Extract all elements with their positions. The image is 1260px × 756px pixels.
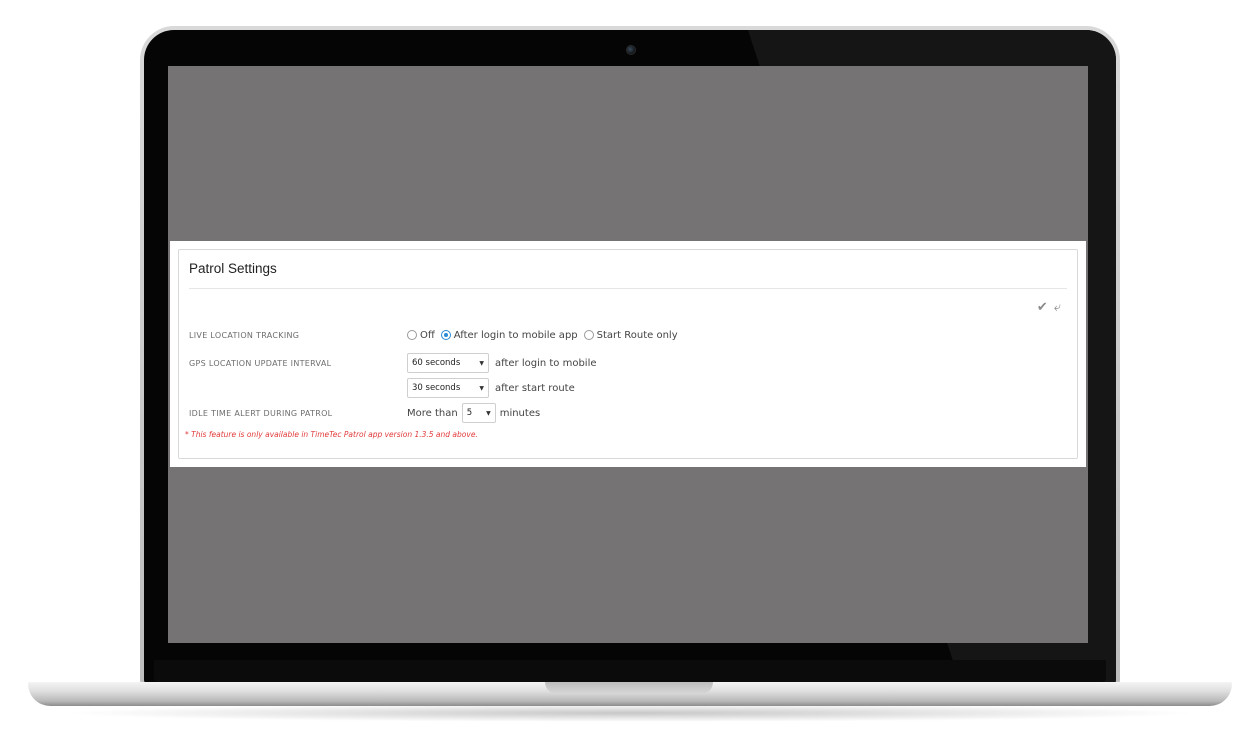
radio-after-login-dot[interactable] xyxy=(440,330,451,340)
camera-icon xyxy=(626,45,636,55)
idle-alert-label: IDLE TIME ALERT DURING PATROL xyxy=(189,408,333,418)
laptop-bottom-lip xyxy=(154,660,1106,682)
gps-login-interval-value: 60 seconds xyxy=(412,358,461,368)
live-location-label: LIVE LOCATION TRACKING xyxy=(189,330,300,340)
idle-alert-suffix: minutes xyxy=(499,407,541,419)
radio-off[interactable]: Off xyxy=(407,330,435,341)
idle-alert-prefix: More than xyxy=(407,407,458,419)
chevron-down-icon: ▼ xyxy=(479,384,484,392)
title-divider xyxy=(189,288,1067,289)
settings-panel: Patrol Settings ✔ ⤶ LIVE LOCATION TRACKI… xyxy=(170,241,1086,467)
laptop-notch xyxy=(545,682,713,694)
idle-minutes-select[interactable]: 5 ▼ xyxy=(461,403,496,423)
radio-off-label: Off xyxy=(420,329,435,341)
gps-login-suffix: after login to mobile xyxy=(495,357,597,369)
gps-route-suffix: after start route xyxy=(495,382,575,394)
page-title: Patrol Settings xyxy=(189,261,277,276)
idle-alert-controls: More than 5 ▼ minutes xyxy=(407,403,544,423)
laptop-screen: Patrol Settings ✔ ⤶ LIVE LOCATION TRACKI… xyxy=(168,66,1088,643)
gps-login-controls: 60 seconds ▼ after login to mobile xyxy=(407,353,601,373)
chevron-down-icon: ▼ xyxy=(479,359,484,367)
check-icon[interactable]: ✔ xyxy=(1037,300,1048,315)
radio-after-login-label: After login to mobile app xyxy=(453,329,578,341)
gps-route-interval-value: 30 seconds xyxy=(412,383,461,393)
feature-footnote: * This feature is only available in Time… xyxy=(185,430,478,439)
idle-minutes-value: 5 xyxy=(466,408,473,418)
gps-route-controls: 30 seconds ▼ after start route xyxy=(407,378,579,398)
card-actions: ✔ ⤶ xyxy=(1037,300,1061,315)
radio-off-dot[interactable] xyxy=(407,330,417,340)
gps-interval-label: GPS LOCATION UPDATE INTERVAL xyxy=(189,358,332,368)
chevron-down-icon: ▼ xyxy=(486,409,491,417)
radio-start-route[interactable]: Start Route only xyxy=(583,329,678,341)
live-location-options: Off After login to mobile app Start Rout… xyxy=(407,330,684,341)
laptop-shadow xyxy=(60,704,1200,722)
undo-icon[interactable]: ⤶ xyxy=(1054,300,1061,315)
patrol-settings-card: Patrol Settings ✔ ⤶ LIVE LOCATION TRACKI… xyxy=(178,249,1078,459)
radio-start-route-label: Start Route only xyxy=(596,329,678,341)
laptop-mockup: Patrol Settings ✔ ⤶ LIVE LOCATION TRACKI… xyxy=(0,0,1260,756)
radio-start-route-dot[interactable] xyxy=(583,330,594,340)
gps-login-interval-select[interactable]: 60 seconds ▼ xyxy=(407,353,489,373)
gps-route-interval-select[interactable]: 30 seconds ▼ xyxy=(407,378,489,398)
radio-after-login[interactable]: After login to mobile app xyxy=(440,329,578,341)
